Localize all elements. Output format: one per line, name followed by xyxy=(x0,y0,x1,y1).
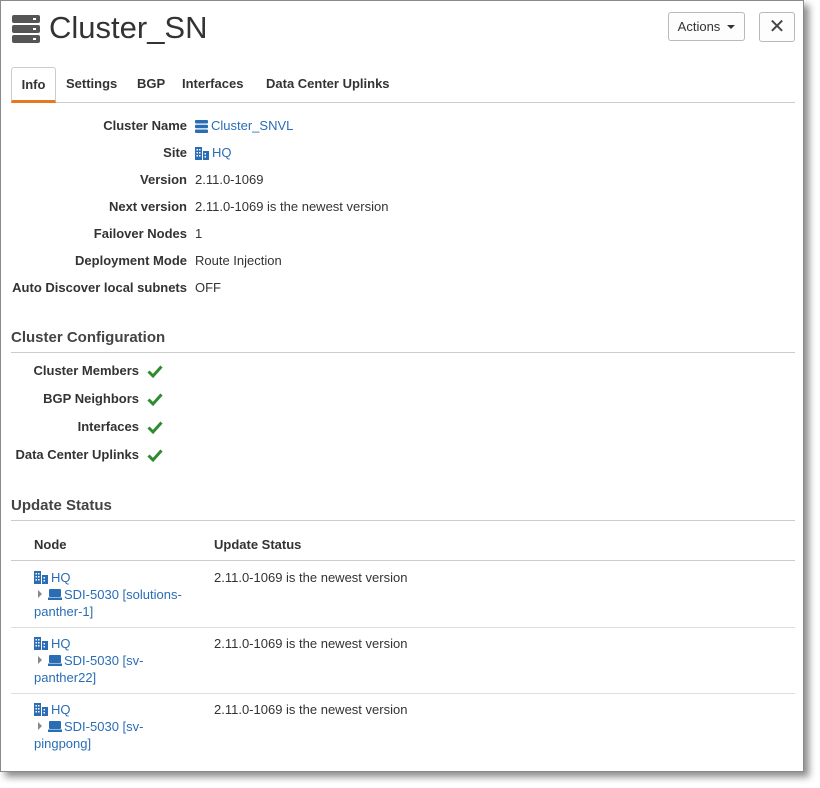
tab-bar: Info Settings BGP Interfaces Data Center… xyxy=(11,67,795,103)
tab-info[interactable]: Info xyxy=(11,67,56,103)
site-link[interactable]: HQ xyxy=(195,144,232,162)
cluster-name-value: Cluster_SNVL xyxy=(211,118,294,133)
next-version-value: 2.11.0-1069 is the newest version xyxy=(195,199,389,214)
appliance-icon xyxy=(48,589,62,600)
info-row-site-value: HQ xyxy=(1,144,801,162)
update-status-table-header: Node Update Status xyxy=(11,533,795,561)
info-row-version-value: 2.11.0-1069 xyxy=(1,171,801,189)
node-site-name: HQ xyxy=(51,570,71,585)
config-item-interfaces: Interfaces xyxy=(1,418,163,436)
building-icon xyxy=(195,146,209,160)
column-header-update-status: Update Status xyxy=(214,537,302,552)
panel-header: Cluster_SN Actions ✕ xyxy=(11,9,795,49)
table-row: HQ SDI-5030 [solutions-panther-1] 2.11.0… xyxy=(11,562,795,628)
appliance-icon xyxy=(48,655,62,666)
column-header-node: Node xyxy=(34,537,67,552)
tab-data-center-uplinks[interactable]: Data Center Uplinks xyxy=(266,67,390,103)
config-item-label: Interfaces xyxy=(77,419,139,434)
check-icon xyxy=(147,421,163,435)
config-item-bgp-neighbors: BGP Neighbors xyxy=(1,390,163,408)
check-icon xyxy=(147,449,163,463)
config-item-label: Cluster Members xyxy=(33,363,139,378)
cluster-detail-panel: Cluster_SN Actions ✕ Info Settings BGP I… xyxy=(0,0,804,772)
building-icon xyxy=(34,571,48,584)
building-icon xyxy=(34,637,48,650)
auto-discover-value: OFF xyxy=(195,280,221,295)
node-site-link[interactable]: HQ xyxy=(34,702,71,717)
node-site-name: HQ xyxy=(51,702,71,717)
info-row-deployment-value: Route Injection xyxy=(1,252,801,270)
update-status-value: 2.11.0-1069 is the newest version xyxy=(214,702,408,717)
node-site-name: HQ xyxy=(51,636,71,651)
config-item-label: Data Center Uplinks xyxy=(15,447,139,462)
tab-interfaces[interactable]: Interfaces xyxy=(182,67,243,103)
deployment-mode-value: Route Injection xyxy=(195,253,282,268)
site-value: HQ xyxy=(212,145,232,160)
cluster-name-link[interactable]: Cluster_SNVL xyxy=(195,117,293,135)
tab-bgp[interactable]: BGP xyxy=(137,67,165,103)
version-value: 2.11.0-1069 xyxy=(195,172,264,187)
update-status-heading: Update Status xyxy=(11,497,795,521)
check-icon xyxy=(147,365,163,379)
config-item-cluster-members: Cluster Members xyxy=(1,362,163,380)
table-row: HQ SDI-5030 [sv-pingpong] 2.11.0-1069 is… xyxy=(11,694,795,760)
caret-down-icon xyxy=(727,24,736,29)
info-row-failover-value: 1 xyxy=(1,225,801,243)
actions-label: Actions xyxy=(677,19,721,34)
node-site-link[interactable]: HQ xyxy=(34,636,71,651)
close-button[interactable]: ✕ xyxy=(759,12,795,42)
expand-triangle-icon[interactable] xyxy=(38,722,42,730)
appliance-icon xyxy=(48,721,62,732)
node-device-link[interactable]: SDI-5030 [sv-pingpong] xyxy=(34,718,194,752)
check-icon xyxy=(147,393,163,407)
info-row-cluster-name-value: Cluster_SNVL xyxy=(1,117,801,135)
expand-triangle-icon[interactable] xyxy=(38,656,42,664)
info-row-auto-discover-value: OFF xyxy=(1,279,801,297)
node-site-link[interactable]: HQ xyxy=(34,570,71,585)
server-stack-icon xyxy=(195,119,208,133)
close-icon: ✕ xyxy=(768,16,786,38)
actions-dropdown-button[interactable]: Actions xyxy=(668,12,745,41)
info-row-next-version-value: 2.11.0-1069 is the newest version xyxy=(1,198,801,216)
cluster-configuration-heading: Cluster Configuration xyxy=(11,329,795,353)
node-device-link[interactable]: SDI-5030 [solutions-panther-1] xyxy=(34,586,194,620)
expand-triangle-icon[interactable] xyxy=(38,590,42,598)
tab-settings[interactable]: Settings xyxy=(66,67,117,103)
page-title: Cluster_SN xyxy=(49,10,208,45)
table-row: HQ SDI-5030 [sv-panther22] 2.11.0-1069 i… xyxy=(11,628,795,694)
failover-nodes-value: 1 xyxy=(195,226,203,241)
config-item-data-center-uplinks: Data Center Uplinks xyxy=(1,446,163,464)
update-status-value: 2.11.0-1069 is the newest version xyxy=(214,570,408,585)
server-stack-icon xyxy=(12,15,40,43)
node-device-link[interactable]: SDI-5030 [sv-panther22] xyxy=(34,652,194,686)
config-item-label: BGP Neighbors xyxy=(43,391,139,406)
building-icon xyxy=(34,703,48,716)
update-status-value: 2.11.0-1069 is the newest version xyxy=(214,636,408,651)
